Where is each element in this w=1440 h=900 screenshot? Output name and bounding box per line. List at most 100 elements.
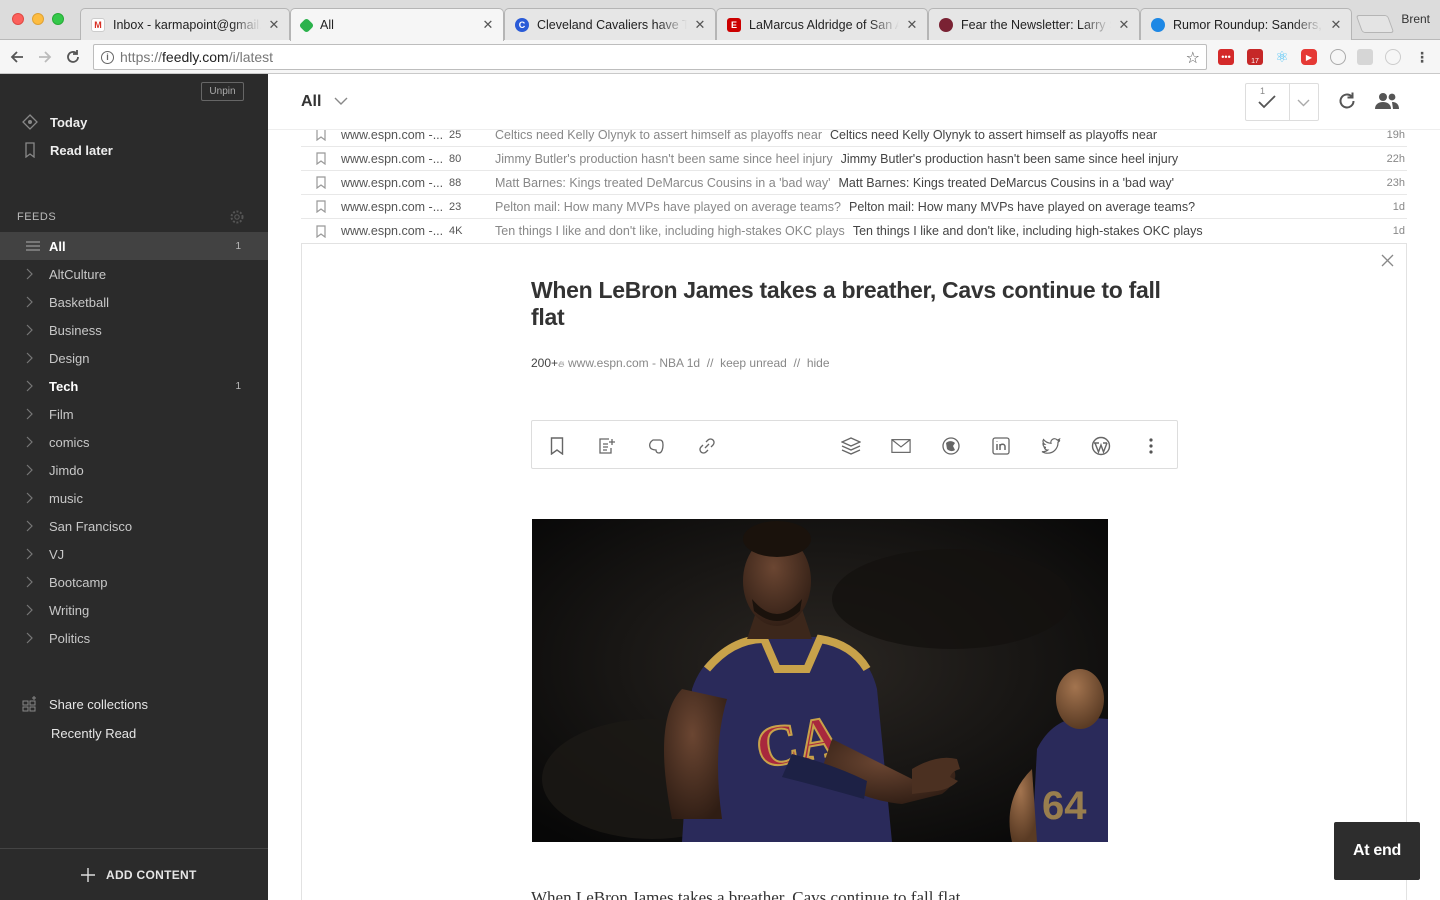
browser-tab-aldridge[interactable]: E LaMarcus Aldridge of San Antonio ✕ — [716, 8, 928, 40]
circle-extension-icon[interactable] — [1330, 49, 1346, 65]
close-window-button[interactable] — [12, 13, 24, 25]
youtube-extension-icon[interactable]: ▶ — [1301, 49, 1317, 65]
react-devtools-extension-icon[interactable]: ⚛ — [1274, 49, 1290, 66]
minimize-window-button[interactable] — [32, 13, 44, 25]
article-row[interactable]: www.espn.com -... 4K Ten things I like a… — [301, 219, 1407, 243]
recently-read-link[interactable]: Recently Read — [51, 726, 136, 741]
chevron-right-icon[interactable] — [0, 268, 49, 280]
hootsuite-button[interactable] — [941, 436, 961, 456]
feed-item[interactable]: Design — [0, 344, 268, 372]
close-tab-icon[interactable]: ✕ — [481, 17, 495, 33]
feed-item[interactable]: Tech 1 — [0, 372, 268, 400]
hide-link[interactable]: hide — [807, 356, 830, 370]
feed-item[interactable]: Writing — [0, 596, 268, 624]
chevron-right-icon[interactable] — [0, 576, 49, 588]
chevron-right-icon[interactable] — [0, 464, 49, 476]
save-for-later-button[interactable] — [547, 436, 567, 456]
feed-item[interactable]: San Francisco — [0, 512, 268, 540]
share-collections-link[interactable]: Share collections — [22, 696, 148, 712]
at-end-toast[interactable]: At end — [1334, 822, 1420, 880]
email-share-button[interactable] — [891, 436, 911, 456]
chevron-right-icon[interactable] — [0, 352, 49, 364]
close-tab-icon[interactable]: ✕ — [905, 17, 919, 33]
close-tab-icon[interactable]: ✕ — [1117, 17, 1131, 33]
twitter-button[interactable] — [1041, 436, 1061, 456]
feed-item[interactable]: comics — [0, 428, 268, 456]
bookmark-icon[interactable] — [301, 176, 341, 189]
chevron-right-icon[interactable] — [0, 548, 49, 560]
chevron-right-icon[interactable] — [0, 436, 49, 448]
feedly-icon — [298, 17, 315, 33]
copy-link-button[interactable] — [697, 436, 717, 456]
chrome-menu-icon[interactable]: ⋮ — [1414, 49, 1430, 65]
engagement-count: 88 — [449, 176, 462, 189]
article-source[interactable]: www.espn.com - NBA — [568, 356, 683, 370]
team-icon[interactable] — [1374, 91, 1400, 111]
close-icon[interactable] — [1381, 254, 1394, 267]
close-tab-icon[interactable]: ✕ — [1329, 17, 1343, 33]
zoom-window-button[interactable] — [52, 13, 64, 25]
mark-as-read-button[interactable]: 1 — [1245, 83, 1319, 121]
chevron-right-icon[interactable] — [0, 604, 49, 616]
unpin-button[interactable]: Unpin — [201, 82, 244, 101]
browser-tab-cavaliers[interactable]: C Cleveland Cavaliers have Team ✕ — [504, 8, 716, 40]
article-headline[interactable]: When LeBron James takes a breather, Cavs… — [531, 277, 1161, 331]
chevron-right-icon[interactable] — [0, 296, 49, 308]
chevron-right-icon[interactable] — [0, 632, 49, 644]
ring-extension-icon[interactable] — [1385, 49, 1401, 65]
profile-name[interactable]: Brent — [1401, 12, 1430, 26]
feed-item[interactable]: AltCulture — [0, 260, 268, 288]
refresh-icon[interactable] — [1337, 91, 1357, 111]
chevron-down-icon[interactable] — [334, 97, 348, 106]
feed-item[interactable]: Basketball — [0, 288, 268, 316]
close-tab-icon[interactable]: ✕ — [267, 17, 281, 33]
feed-item[interactable]: Bootcamp — [0, 568, 268, 596]
feed-item[interactable]: Business — [0, 316, 268, 344]
feed-item-all[interactable]: All 1 — [0, 232, 268, 260]
feed-label: AltCulture — [49, 266, 107, 282]
sidebar-item-read-later[interactable]: Read later — [22, 142, 113, 158]
chevron-down-icon[interactable] — [1297, 99, 1310, 107]
chevron-right-icon[interactable] — [0, 520, 49, 532]
more-options-button[interactable] — [1141, 436, 1161, 456]
browser-tab-feedly[interactable]: All ✕ — [290, 8, 504, 41]
feed-item[interactable]: Film — [0, 400, 268, 428]
forward-button[interactable] — [34, 46, 56, 68]
buffer-button[interactable] — [841, 436, 861, 456]
browser-tab-rumor[interactable]: Rumor Roundup: Sanders, Cavs ✕ — [1140, 8, 1352, 40]
chevron-right-icon[interactable] — [0, 324, 49, 336]
wordpress-button[interactable] — [1091, 436, 1111, 456]
chevron-right-icon[interactable] — [0, 492, 49, 504]
chevron-right-icon[interactable] — [0, 408, 49, 420]
add-to-board-button[interactable] — [597, 436, 617, 456]
new-tab-button[interactable] — [1355, 15, 1395, 33]
bookmark-icon[interactable] — [301, 152, 341, 165]
keep-unread-link[interactable]: keep unread — [720, 356, 787, 370]
gear-icon[interactable] — [229, 209, 245, 225]
feed-item[interactable]: Jimdo — [0, 456, 268, 484]
feed-item[interactable]: VJ — [0, 540, 268, 568]
reload-button[interactable] — [62, 46, 84, 68]
article-row[interactable]: www.espn.com -... 23 Pelton mail: How ma… — [301, 195, 1407, 219]
browser-tab-newsletter[interactable]: Fear the Newsletter: Larry Sanders ✕ — [928, 8, 1140, 40]
bookmark-icon[interactable] — [301, 224, 341, 238]
grid-extension-icon[interactable] — [1357, 49, 1373, 65]
browser-tab-gmail[interactable]: M Inbox - karmapoint@gmail.com ✕ — [80, 8, 290, 40]
bookmark-star-icon[interactable]: ☆ — [1186, 48, 1200, 68]
feed-item[interactable]: Politics — [0, 624, 268, 652]
bookmark-icon[interactable] — [301, 200, 341, 213]
chevron-right-icon[interactable] — [0, 380, 49, 392]
address-bar[interactable]: i https://feedly.com/i/latest ☆ — [93, 44, 1207, 70]
article-row[interactable]: www.espn.com -... 88 Matt Barnes: Kings … — [301, 171, 1407, 195]
feed-item[interactable]: music — [0, 484, 268, 512]
evernote-button[interactable] — [647, 436, 667, 456]
calendar-extension-icon[interactable]: 17 — [1247, 49, 1263, 65]
add-content-button[interactable]: ADD CONTENT — [80, 867, 197, 883]
close-tab-icon[interactable]: ✕ — [693, 17, 707, 33]
lastpass-extension-icon[interactable]: ••• — [1218, 49, 1234, 65]
back-button[interactable] — [6, 46, 28, 68]
linkedin-button[interactable] — [991, 436, 1011, 456]
site-info-icon[interactable]: i — [101, 51, 114, 64]
sidebar-item-today[interactable]: Today — [22, 114, 87, 130]
article-row[interactable]: www.espn.com -... 80 Jimmy Butler's prod… — [301, 147, 1407, 171]
